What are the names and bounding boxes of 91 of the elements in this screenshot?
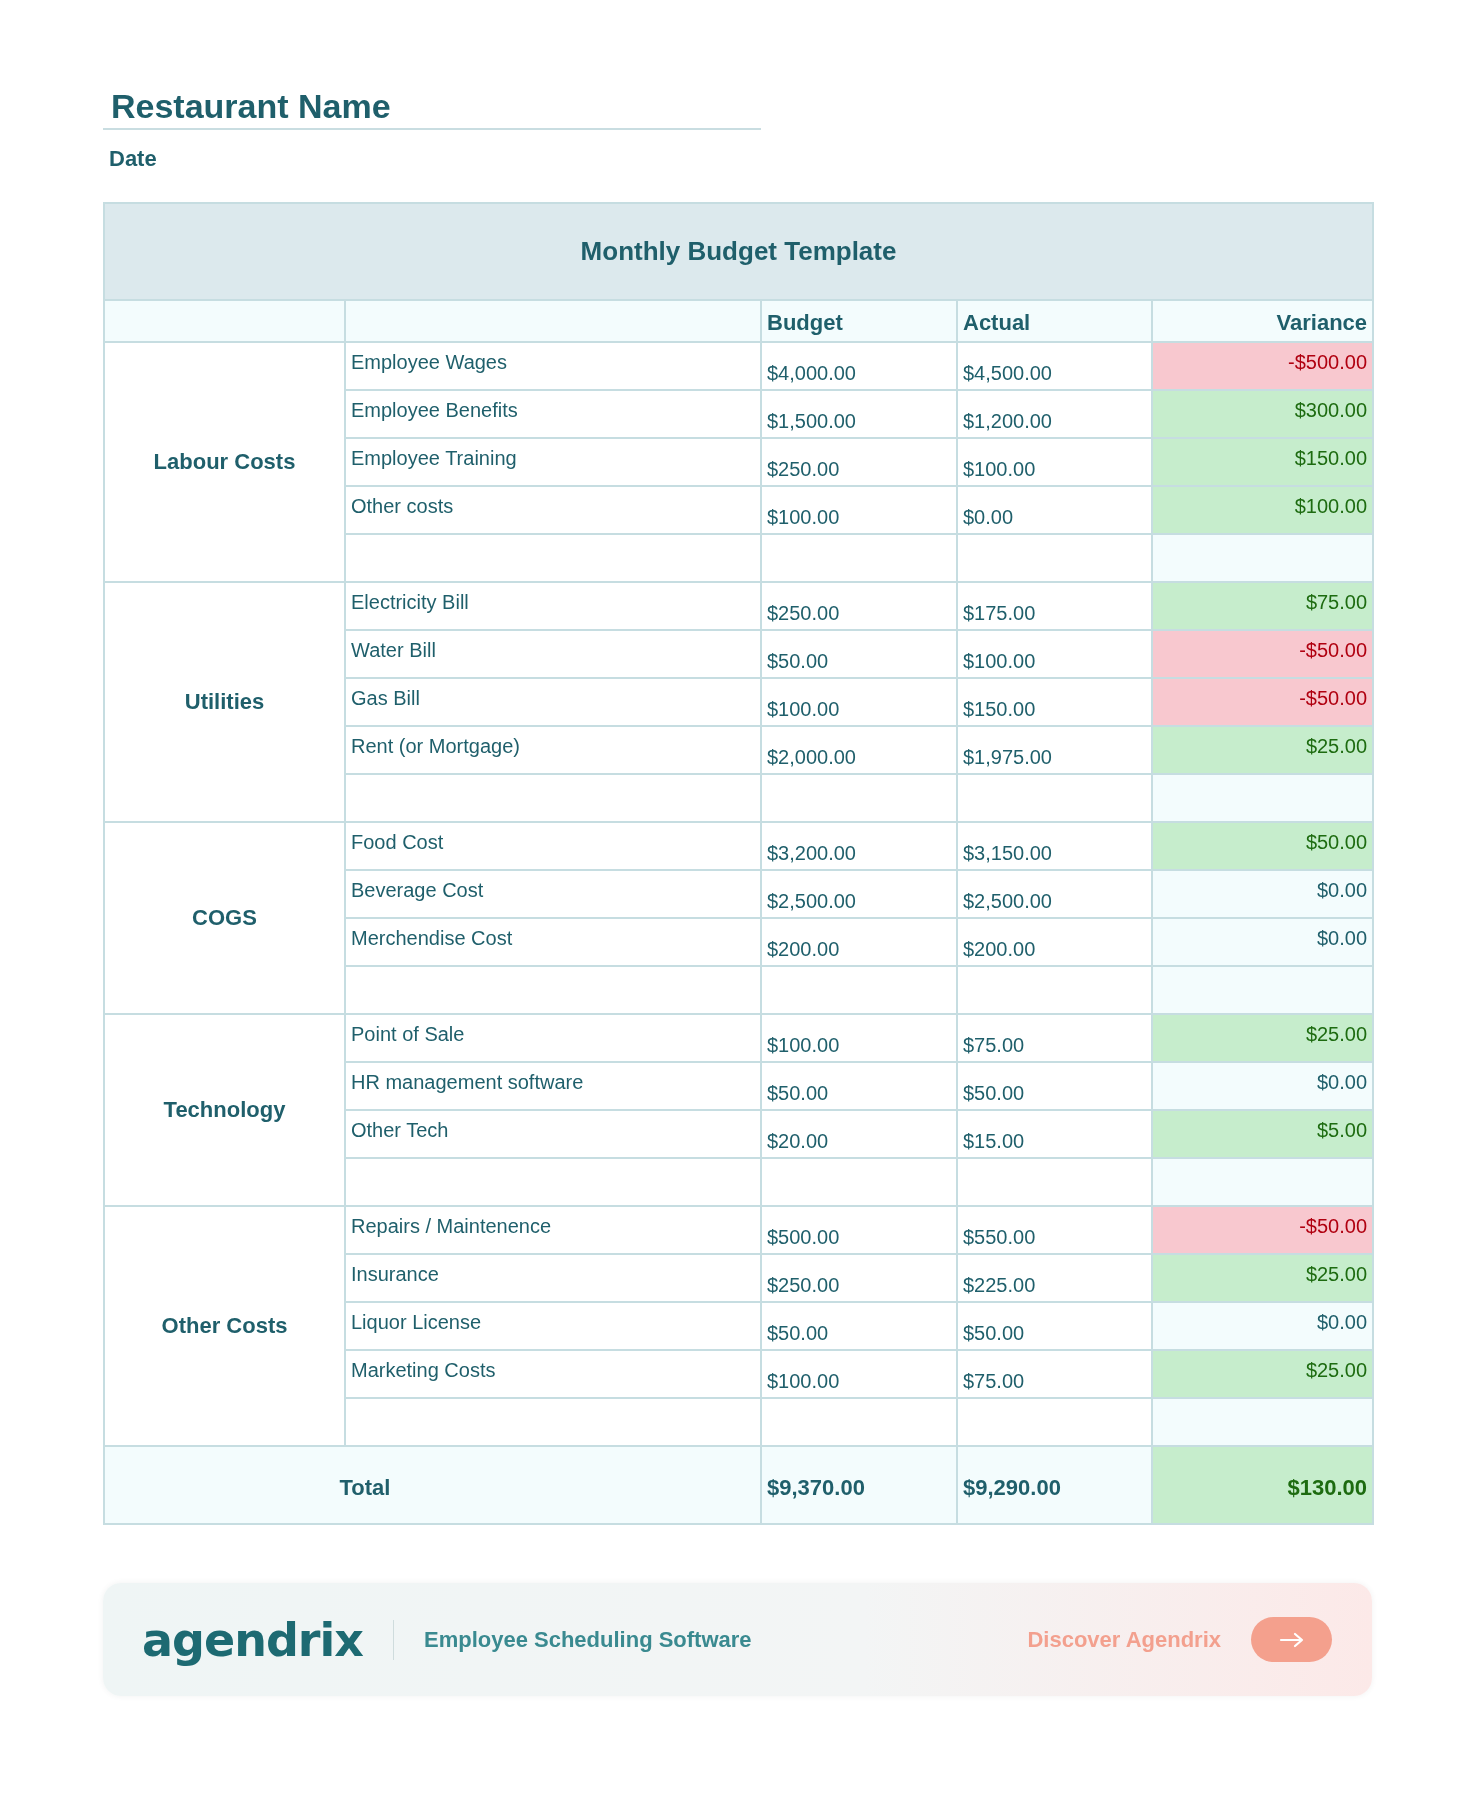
variance-cell: -$50.00: [1152, 1206, 1374, 1254]
category-cell: Utilities: [104, 582, 345, 822]
variance-cell: $150.00: [1152, 438, 1374, 486]
item-cell: Merchendise Cost: [345, 918, 761, 966]
variance-cell: $50.00: [1152, 822, 1374, 870]
column-header: Variance: [1152, 300, 1374, 342]
budget-cell: $250.00: [761, 1254, 957, 1302]
column-header: Budget: [761, 300, 957, 342]
budget-cell: $20.00: [761, 1110, 957, 1158]
item-cell: Employee Benefits: [345, 390, 761, 438]
item-cell: Beverage Cost: [345, 870, 761, 918]
category-cell: Technology: [104, 1014, 345, 1206]
budget-cell: $4,000.00: [761, 342, 957, 390]
budget-cell: $250.00: [761, 438, 957, 486]
item-cell: Electricity Bill: [345, 582, 761, 630]
category-cell: COGS: [104, 822, 345, 1014]
actual-cell: $75.00: [957, 1350, 1152, 1398]
variance-cell: $5.00: [1152, 1110, 1374, 1158]
actual-cell: $75.00: [957, 1014, 1152, 1062]
variance-cell: -$50.00: [1152, 630, 1374, 678]
budget-cell: $500.00: [761, 1206, 957, 1254]
actual-cell: $200.00: [957, 918, 1152, 966]
budget-cell: $50.00: [761, 1302, 957, 1350]
budget-cell: $50.00: [761, 630, 957, 678]
actual-cell: $3,150.00: [957, 822, 1152, 870]
category-cell: Labour Costs: [104, 342, 345, 582]
total-budget: $9,370.00: [761, 1446, 957, 1524]
variance-cell: $25.00: [1152, 1350, 1374, 1398]
actual-cell: $550.00: [957, 1206, 1152, 1254]
tagline: Employee Scheduling Software: [423, 1626, 752, 1653]
actual-cell: $50.00: [957, 1302, 1152, 1350]
item-cell: Marketing Costs: [345, 1350, 761, 1398]
item-cell: Employee Training: [345, 438, 761, 486]
variance-cell: $25.00: [1152, 726, 1374, 774]
variance-cell: $25.00: [1152, 1254, 1374, 1302]
item-cell: Gas Bill: [345, 678, 761, 726]
variance-cell: $0.00: [1152, 918, 1374, 966]
table-title: Monthly Budget Template: [104, 203, 1374, 300]
budget-cell: $200.00: [761, 918, 957, 966]
actual-cell: $4,500.00: [957, 342, 1152, 390]
actual-cell: $225.00: [957, 1254, 1152, 1302]
arrow-button[interactable]: [1251, 1617, 1332, 1662]
variance-cell: -$500.00: [1152, 342, 1374, 390]
item-cell: HR management software: [345, 1062, 761, 1110]
item-cell: Other costs: [345, 486, 761, 534]
variance-cell: $300.00: [1152, 390, 1374, 438]
brand-logo: agendrix: [142, 1612, 363, 1667]
variance-cell: $75.00: [1152, 582, 1374, 630]
total-variance: $130.00: [1152, 1446, 1374, 1524]
budget-cell: $50.00: [761, 1062, 957, 1110]
item-cell: Point of Sale: [345, 1014, 761, 1062]
item-cell: Employee Wages: [345, 342, 761, 390]
column-header: Actual: [957, 300, 1152, 342]
item-cell: Food Cost: [345, 822, 761, 870]
arrow-right-icon: [1278, 1631, 1305, 1648]
actual-cell: $50.00: [957, 1062, 1152, 1110]
budget-cell: $2,500.00: [761, 870, 957, 918]
item-cell: Liquor License: [345, 1302, 761, 1350]
actual-cell: $2,500.00: [957, 870, 1152, 918]
restaurant-name: Restaurant Name: [103, 86, 761, 130]
variance-cell: $25.00: [1152, 1014, 1374, 1062]
actual-cell: $100.00: [957, 630, 1152, 678]
actual-cell: $150.00: [957, 678, 1152, 726]
budget-cell: $100.00: [761, 1014, 957, 1062]
total-actual: $9,290.00: [957, 1446, 1152, 1524]
item-cell: Insurance: [345, 1254, 761, 1302]
discover-link[interactable]: Discover Agendrix: [1027, 1626, 1221, 1653]
actual-cell: $1,975.00: [957, 726, 1152, 774]
budget-cell: $2,000.00: [761, 726, 957, 774]
total-label: Total: [104, 1446, 761, 1524]
variance-cell: $0.00: [1152, 1062, 1374, 1110]
actual-cell: $100.00: [957, 438, 1152, 486]
item-cell: Water Bill: [345, 630, 761, 678]
budget-cell: $1,500.00: [761, 390, 957, 438]
budget-cell: $100.00: [761, 486, 957, 534]
actual-cell: $0.00: [957, 486, 1152, 534]
variance-cell: $0.00: [1152, 1302, 1374, 1350]
actual-cell: $1,200.00: [957, 390, 1152, 438]
actual-cell: $15.00: [957, 1110, 1152, 1158]
variance-cell: $0.00: [1152, 870, 1374, 918]
budget-cell: $100.00: [761, 678, 957, 726]
budget-cell: $250.00: [761, 582, 957, 630]
actual-cell: $175.00: [957, 582, 1152, 630]
budget-cell: $100.00: [761, 1350, 957, 1398]
item-cell: Rent (or Mortgage): [345, 726, 761, 774]
budget-cell: $3,200.00: [761, 822, 957, 870]
item-cell: Repairs / Maintenence: [345, 1206, 761, 1254]
variance-cell: $100.00: [1152, 486, 1374, 534]
item-cell: Other Tech: [345, 1110, 761, 1158]
variance-cell: -$50.00: [1152, 678, 1374, 726]
date-label: Date: [109, 146, 157, 172]
